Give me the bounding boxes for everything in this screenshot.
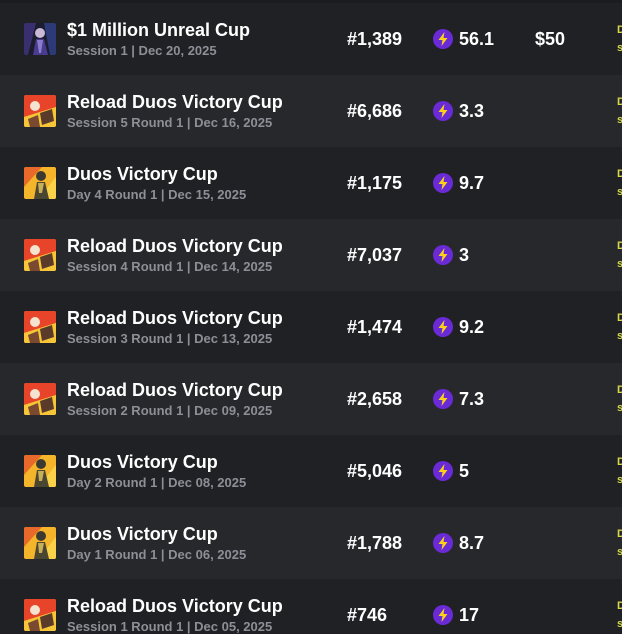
tournament-row[interactable]: $1 Million Unreal Cup Session 1 | Dec 20… [0, 3, 622, 75]
cut-off-column: Ds [617, 93, 622, 129]
cut-off-text: D [617, 528, 622, 540]
rank-value: #7,037 [347, 245, 403, 265]
lightning-bolt-icon [433, 29, 453, 49]
lightning-bolt-icon [433, 101, 453, 121]
tournament-title: Duos Victory Cup [67, 452, 218, 472]
cut-off-text: D [617, 312, 622, 324]
tournament-session-date: Session 4 Round 1 | Dec 14, 2025 [67, 259, 273, 274]
rank-value: #1,474 [347, 317, 403, 337]
points-value: 9.2 [459, 317, 485, 337]
tournament-row[interactable]: Reload Duos Victory Cup Session 3 Round … [0, 291, 622, 363]
tournament-row[interactable]: Reload Duos Victory Cup Session 1 Round … [0, 579, 622, 634]
duos-cup-thumbnail [24, 455, 56, 487]
reload-cup-thumbnail [24, 239, 56, 271]
points-value: 3.3 [459, 101, 485, 121]
cut-off-column: Ds [617, 381, 622, 417]
cut-off-text: D [617, 456, 622, 468]
tournament-title: Reload Duos Victory Cup [67, 236, 283, 256]
rank-value: #2,658 [347, 389, 403, 409]
tournament-session-date: Session 5 Round 1 | Dec 16, 2025 [67, 115, 273, 130]
cut-off-column: Ds [617, 597, 622, 633]
lightning-bolt-icon [433, 389, 453, 409]
cut-off-text: s [617, 330, 622, 342]
rank-value: #1,389 [347, 29, 403, 49]
cut-off-text: s [617, 402, 622, 414]
reload-cup-thumbnail [24, 95, 56, 127]
points-value: 9.7 [459, 173, 485, 193]
prize-value: $50 [535, 29, 566, 49]
cut-off-text: s [617, 474, 622, 486]
cut-off-column: Ds [617, 237, 622, 273]
cut-off-text: D [617, 168, 622, 180]
cut-off-column: Ds [617, 165, 622, 201]
tournament-title: Duos Victory Cup [67, 164, 218, 184]
cut-off-text: s [617, 546, 622, 558]
tournament-session-date: Session 1 Round 1 | Dec 05, 2025 [67, 619, 273, 634]
rank-value: #1,788 [347, 533, 403, 553]
tournament-session-date: Day 2 Round 1 | Dec 08, 2025 [67, 475, 247, 490]
lightning-bolt-icon [433, 605, 453, 625]
cut-off-text: D [617, 600, 622, 612]
rank-value: #746 [347, 605, 388, 625]
cut-off-text: D [617, 240, 622, 252]
rank-value: #5,046 [347, 461, 403, 481]
lightning-bolt-icon [433, 533, 453, 553]
reload-cup-thumbnail [24, 599, 56, 631]
lightning-bolt-icon [433, 461, 453, 481]
cut-off-text: s [617, 258, 622, 270]
cut-off-text: s [617, 618, 622, 630]
cut-off-column: Ds [617, 525, 622, 561]
points-value: 5 [459, 461, 470, 481]
tournament-title: $1 Million Unreal Cup [67, 20, 251, 40]
tournament-session-date: Day 1 Round 1 | Dec 06, 2025 [67, 547, 247, 562]
tournament-row[interactable]: Duos Victory Cup Day 4 Round 1 | Dec 15,… [0, 147, 622, 219]
rank-value: #1,175 [347, 173, 403, 193]
cut-off-text: D [617, 96, 622, 108]
points-value: 7.3 [459, 389, 485, 409]
tournament-title: Reload Duos Victory Cup [67, 380, 283, 400]
cut-off-text: D [617, 384, 622, 396]
tournament-title: Reload Duos Victory Cup [67, 92, 283, 112]
duos-cup-thumbnail [24, 527, 56, 559]
lightning-bolt-icon [433, 173, 453, 193]
tournament-session-date: Session 1 | Dec 20, 2025 [67, 43, 217, 58]
duos-cup-thumbnail [24, 167, 56, 199]
tournament-row[interactable]: Reload Duos Victory Cup Session 4 Round … [0, 219, 622, 291]
unreal-cup-thumbnail [24, 23, 56, 55]
points-value: 17 [459, 605, 480, 625]
tournament-session-date: Session 2 Round 1 | Dec 09, 2025 [67, 403, 273, 418]
cut-off-column: Ds [617, 453, 622, 489]
cut-off-column: Ds [617, 21, 622, 57]
cut-off-column: Ds [617, 309, 622, 345]
tournament-session-date: Day 4 Round 1 | Dec 15, 2025 [67, 187, 247, 202]
tournament-title: Reload Duos Victory Cup [67, 596, 283, 616]
reload-cup-thumbnail [24, 383, 56, 415]
cut-off-text: s [617, 114, 622, 126]
points-value: 56.1 [459, 29, 495, 49]
rank-value: #6,686 [347, 101, 403, 121]
reload-cup-thumbnail [24, 311, 56, 343]
tournament-session-date: Session 3 Round 1 | Dec 13, 2025 [67, 331, 273, 346]
tournament-row[interactable]: Reload Duos Victory Cup Session 2 Round … [0, 363, 622, 435]
points-value: 8.7 [459, 533, 485, 553]
cut-off-text: s [617, 186, 622, 198]
points-value: 3 [459, 245, 470, 265]
tournament-title: Reload Duos Victory Cup [67, 308, 283, 328]
tournament-title: Duos Victory Cup [67, 524, 218, 544]
cut-off-text: D [617, 24, 622, 36]
tournament-history-list: $1 Million Unreal Cup Session 1 | Dec 20… [0, 0, 622, 634]
tournament-row[interactable]: Reload Duos Victory Cup Session 5 Round … [0, 75, 622, 147]
lightning-bolt-icon [433, 317, 453, 337]
tournament-row[interactable]: Duos Victory Cup Day 2 Round 1 | Dec 08,… [0, 435, 622, 507]
lightning-bolt-icon [433, 245, 453, 265]
cut-off-text: s [617, 42, 622, 54]
tournament-row[interactable]: Duos Victory Cup Day 1 Round 1 | Dec 06,… [0, 507, 622, 579]
